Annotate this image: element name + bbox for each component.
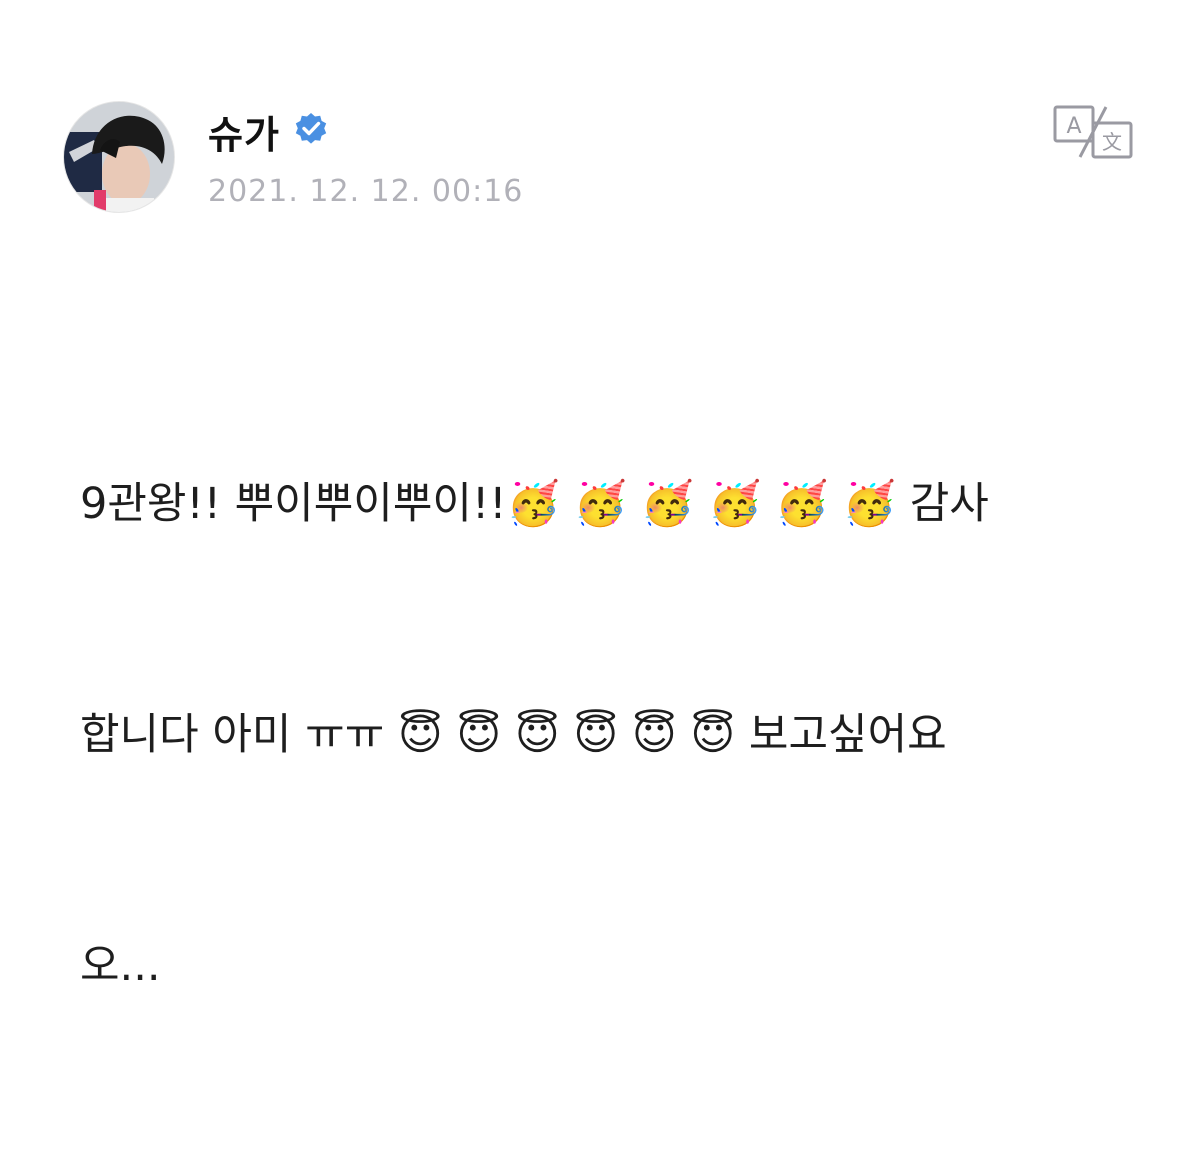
translate-button[interactable]: A 文 <box>1052 104 1134 160</box>
post-body-line-1: 9관왕!! 뿌이뿌이뿌이!!🥳 🥳 🥳 🥳 🥳 🥳 감사 <box>80 479 989 529</box>
post-timestamp: 2021. 12. 12. 00:16 <box>208 174 524 209</box>
verified-badge-icon <box>294 112 328 146</box>
post-card: 슈가 2021. 12. 12. 00:16 A 文 9관왕!! 뿌이뿌이뿌이!… <box>0 0 1200 991</box>
svg-text:文: 文 <box>1102 130 1122 154</box>
post-body-line-2: 합니다 아미 ㅠㅠ 😇 😇 😇 😇 😇 😇 보고싶어요 <box>80 710 947 760</box>
translate-icon: A 文 <box>1053 105 1133 159</box>
post-body-line-3: 오... <box>80 941 161 991</box>
avatar[interactable] <box>63 101 175 213</box>
author-name[interactable]: 슈가 <box>208 104 280 159</box>
svg-text:A: A <box>1066 114 1081 139</box>
post-body: 9관왕!! 뿌이뿌이뿌이!!🥳 🥳 🥳 🥳 🥳 🥳 감사 합니다 아미 ㅠㅠ 😇… <box>80 312 1140 1159</box>
